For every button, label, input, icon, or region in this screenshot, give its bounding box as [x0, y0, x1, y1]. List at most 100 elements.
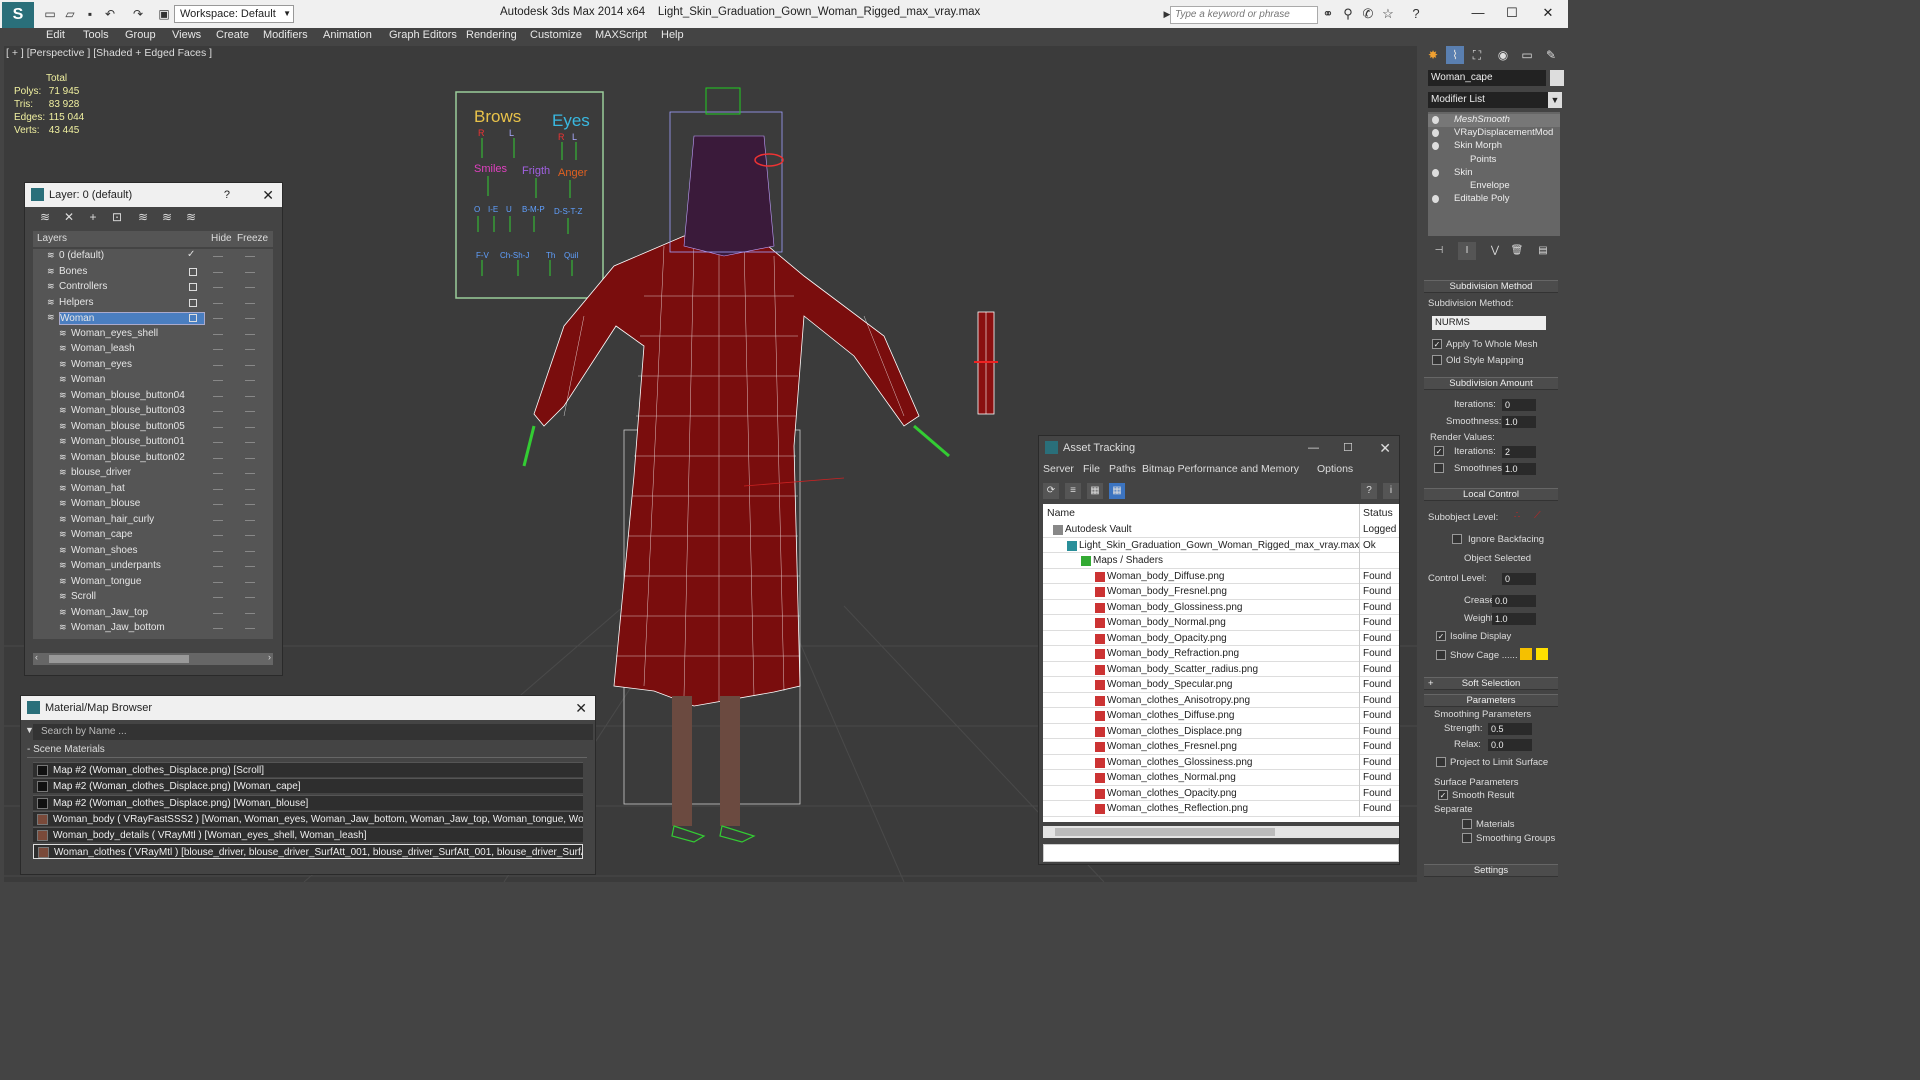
modifier-stack-item[interactable]: Editable Poly — [1428, 193, 1560, 206]
rollout-parameters[interactable]: Parameters — [1424, 694, 1558, 707]
modifier-list-dropdown[interactable]: Modifier List — [1428, 92, 1560, 108]
material-browser-titlebar[interactable]: Material/Map Browser ✕ — [21, 696, 595, 720]
remove-modifier-icon[interactable]: 🗑 — [1508, 242, 1526, 260]
modifier-stack-item[interactable]: MeshSmooth — [1428, 114, 1560, 127]
freeze-state[interactable] — [245, 256, 255, 257]
freeze-state[interactable] — [245, 395, 255, 397]
isoline-display-checkbox[interactable]: ✓ — [1436, 631, 1446, 641]
layer-row[interactable]: Bones ≋ — [33, 265, 273, 280]
object-color-swatch[interactable] — [1550, 70, 1564, 86]
col-freeze[interactable]: Freeze — [237, 233, 268, 244]
current-layer-check-icon[interactable]: ✓ — [187, 249, 195, 260]
scene-materials-section[interactable]: - Scene Materials — [27, 744, 587, 758]
asset-row[interactable]: Autodesk Vault Logged — [1043, 522, 1399, 538]
hide-toggle[interactable] — [189, 298, 197, 307]
col-status[interactable]: Status — [1363, 507, 1393, 519]
asset-path-field[interactable] — [1043, 844, 1399, 862]
layer-row[interactable]: Woman_blouse_button05 ≋ — [33, 420, 273, 435]
layer-row[interactable]: Controllers ≋ — [33, 280, 273, 295]
freeze-state[interactable] — [245, 504, 255, 505]
menu-graph-editors[interactable]: Graph Editors — [389, 28, 457, 42]
hide-toggle[interactable] — [189, 314, 197, 322]
freeze-all-icon[interactable]: ≋ — [183, 210, 199, 226]
create-layer-icon[interactable]: ≋ — [37, 210, 53, 226]
col-layers[interactable]: Layers — [37, 233, 67, 244]
material-row[interactable]: Woman_body ( VRayFastSSS2 ) [Woman, Woma… — [33, 810, 583, 826]
freeze-state[interactable] — [245, 535, 255, 536]
hide-state[interactable] — [213, 535, 223, 536]
rollout-settings[interactable]: Settings — [1424, 864, 1558, 877]
modifier-stack-item[interactable]: VRayDisplacementMod — [1428, 127, 1560, 140]
hide-state[interactable] — [213, 519, 223, 521]
pin-stack-icon[interactable]: ⊣ — [1430, 242, 1448, 260]
apply-whole-mesh-checkbox[interactable]: ✓ — [1432, 339, 1442, 349]
asset-menu-paths[interactable]: Paths — [1109, 463, 1136, 475]
menu-views[interactable]: Views — [172, 28, 201, 42]
old-style-mapping-checkbox[interactable] — [1432, 355, 1442, 365]
table-view-icon[interactable]: ▦ — [1109, 483, 1125, 499]
layer-row[interactable]: Woman ≋ — [33, 373, 273, 388]
freeze-state[interactable] — [245, 566, 255, 567]
material-row[interactable]: Map #2 (Woman_clothes_Displace.png) [Wom… — [33, 794, 583, 810]
layer-row[interactable]: Woman_blouse_button01 ≋ — [33, 435, 273, 450]
viewport-label[interactable]: [ + ] [Perspective ] [Shaded + Edged Fac… — [6, 47, 212, 59]
bulb-icon[interactable] — [1432, 195, 1439, 204]
material-row[interactable]: Map #2 (Woman_clothes_Displace.png) [Wom… — [33, 778, 583, 794]
freeze-state[interactable] — [245, 519, 255, 521]
subdivision-method-dropdown[interactable]: NURMS — [1432, 316, 1546, 330]
layer-row[interactable]: Woman_eyes ≋ — [33, 358, 273, 373]
menu-animation[interactable]: Animation — [323, 28, 372, 42]
asset-row[interactable]: Woman_clothes_Anisotropy.png Found — [1043, 692, 1399, 709]
hide-state[interactable] — [213, 411, 223, 412]
layer-row[interactable]: Woman_blouse ≋ — [33, 497, 273, 512]
asset-menu-options[interactable]: Options — [1317, 463, 1353, 475]
hide-state[interactable] — [213, 581, 223, 583]
favorites-icon[interactable]: ☆ — [1380, 6, 1396, 22]
info-icon[interactable]: i — [1383, 483, 1399, 499]
close-icon[interactable]: ✕ — [1536, 4, 1560, 22]
weight-spinner[interactable]: 1.0 — [1492, 613, 1536, 625]
freeze-state[interactable] — [245, 380, 255, 381]
hide-state[interactable] — [213, 550, 223, 552]
freeze-state[interactable] — [245, 457, 255, 459]
col-hide[interactable]: Hide — [211, 233, 232, 244]
add-to-layer-icon[interactable]: + — [85, 210, 101, 226]
asset-row[interactable]: Woman_clothes_Normal.png Found — [1043, 770, 1399, 786]
menu-modifiers[interactable]: Modifiers — [263, 28, 308, 42]
layer-row[interactable]: Woman_leash ≋ — [33, 342, 273, 357]
asset-row[interactable]: Woman_body_Glossiness.png Found — [1043, 599, 1399, 616]
freeze-state[interactable] — [245, 411, 255, 412]
menu-group[interactable]: Group — [125, 28, 156, 42]
layer-row[interactable]: blouse_driver ≋ — [33, 466, 273, 481]
asset-row[interactable]: Woman_body_Scatter_radius.png Found — [1043, 661, 1399, 678]
render-smoothness-spinner[interactable]: 1.0 — [1502, 463, 1536, 475]
hide-state[interactable] — [213, 287, 223, 288]
open-file-icon[interactable]: ▱ — [62, 6, 78, 22]
close-icon[interactable]: ✕ — [575, 696, 587, 720]
layer-row[interactable]: Woman_tongue ≋ — [33, 575, 273, 590]
asset-row[interactable]: Maps / Shaders — [1043, 553, 1399, 569]
render-iterations-spinner[interactable]: 2 — [1502, 446, 1536, 458]
rollout-subdivision-method[interactable]: Subdivision Method — [1424, 280, 1558, 293]
hide-state[interactable] — [213, 488, 223, 490]
material-row[interactable]: Woman_body_details ( VRayMtl ) [Woman_ey… — [33, 827, 583, 843]
hide-state[interactable] — [213, 349, 223, 350]
search-input[interactable]: Type a keyword or phrase — [1170, 6, 1318, 24]
asset-row[interactable]: Woman_body_Refraction.png Found — [1043, 646, 1399, 662]
layer-horizontal-scrollbar[interactable]: ‹ › — [33, 652, 273, 665]
smoothness-spinner[interactable]: 1.0 — [1502, 416, 1536, 428]
scroll-right-icon[interactable]: › — [268, 652, 271, 662]
layer-row[interactable]: Helpers ≋ — [33, 296, 273, 311]
strength-spinner[interactable]: 0.5 — [1488, 723, 1532, 735]
highlight-layer-icon[interactable]: ≋ — [135, 210, 151, 226]
minimize-icon[interactable]: — — [1308, 436, 1319, 460]
iterations-spinner[interactable]: 0 — [1502, 399, 1536, 411]
hide-state[interactable] — [213, 256, 223, 257]
bulb-icon[interactable] — [1432, 116, 1439, 124]
motion-tab-icon[interactable]: ◉ — [1494, 46, 1512, 64]
layer-row[interactable]: Woman_eyes_shell ≋ — [33, 327, 273, 342]
utilities-tab-icon[interactable]: ✎ — [1542, 46, 1560, 64]
modifier-stack-item[interactable]: Skin Morph — [1428, 140, 1560, 153]
scroll-left-icon[interactable]: ‹ — [35, 652, 38, 662]
create-tab-icon[interactable]: ✸ — [1424, 46, 1442, 64]
